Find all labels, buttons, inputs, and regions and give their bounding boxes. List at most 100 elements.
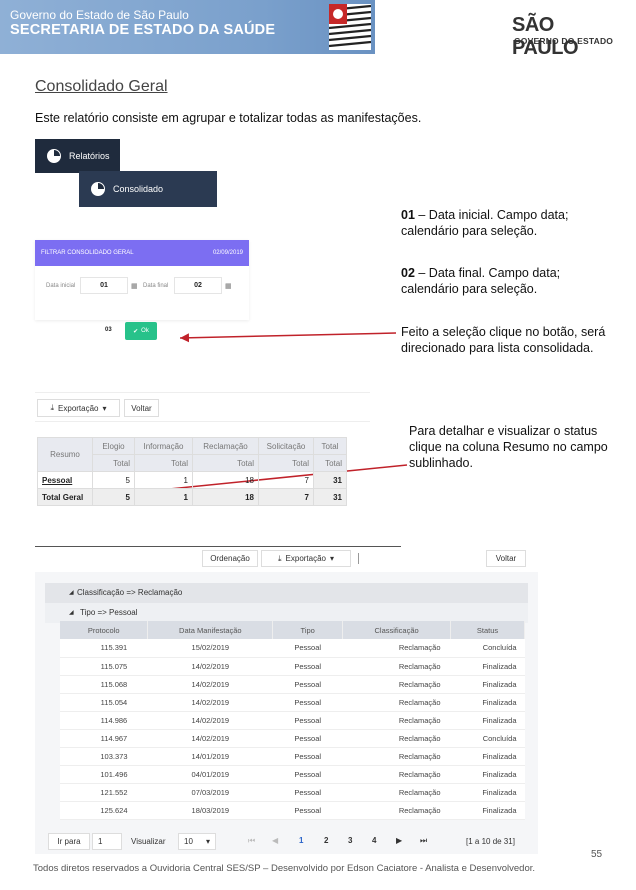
- table-cell: 115.068: [60, 675, 148, 694]
- export-button[interactable]: ⤓ Exportação ▾: [261, 550, 351, 567]
- table-cell: Reclamação: [342, 711, 451, 730]
- group-classification[interactable]: ◢ Classificação => Reclamação: [45, 583, 528, 603]
- page-link[interactable]: 1: [299, 836, 303, 845]
- table-row[interactable]: 114.986 14/02/2019 Pessoal Reclamação Finali…: [60, 711, 525, 730]
- cell: 5: [92, 488, 135, 506]
- table-cell: Finalizada: [450, 801, 525, 820]
- table-cell: Reclamação: [342, 801, 451, 820]
- cell: 18: [192, 488, 259, 506]
- end-date-input[interactable]: 02: [174, 277, 222, 294]
- grid-toolbar: Ordenação ⤓ Exportação ▾ Voltar: [35, 548, 538, 570]
- last-page-icon[interactable]: ⏭: [420, 836, 427, 846]
- table-cell: Pessoal: [272, 657, 343, 676]
- cell: 31: [313, 471, 347, 489]
- group-type[interactable]: ◢ Tipo => Pessoal: [45, 603, 528, 623]
- collapse-icon: ◢: [69, 590, 74, 596]
- table-row[interactable]: 115.054 14/02/2019 Pessoal Reclamação Finali…: [60, 693, 525, 712]
- pie-chart-icon: [91, 182, 105, 196]
- collapse-icon: ◢: [69, 610, 74, 616]
- table-cell: Finalizada: [450, 675, 525, 694]
- table-cell: Reclamação: [342, 693, 451, 712]
- goto-button[interactable]: Ir para: [48, 833, 90, 850]
- table-cell: 125.624: [60, 801, 148, 820]
- col-header: Informação: [134, 437, 193, 455]
- cell: 1: [134, 488, 193, 506]
- table-cell: Pessoal: [272, 747, 343, 766]
- table-cell: Finalizada: [450, 783, 525, 802]
- start-date-label: Data inicial: [46, 283, 76, 289]
- menu-reports[interactable]: Relatórios: [35, 139, 120, 173]
- back-button[interactable]: Voltar: [486, 550, 526, 567]
- filter-panel: FILTRAR CONSOLIDADO GERAL 02/09/2019 Dat…: [35, 240, 249, 320]
- col-header[interactable]: Classificação: [342, 621, 452, 639]
- col-header[interactable]: Tipo: [272, 621, 344, 639]
- group-label: Classificação => Reclamação: [77, 588, 183, 597]
- detail-table: Protocolo Data Manifestação Tipo Classif…: [60, 621, 525, 820]
- subheader: Total: [192, 454, 259, 472]
- table-cell: Reclamação: [342, 765, 451, 784]
- back-button[interactable]: Voltar: [124, 399, 159, 417]
- download-icon: ⤓: [50, 403, 55, 412]
- first-page-icon[interactable]: ⏮: [248, 836, 255, 846]
- page-size-select[interactable]: 10 ▾: [178, 833, 216, 850]
- detail-rows: 115.391 15/02/2019 Pessoal Reclamação Conclu…: [60, 639, 525, 820]
- note-ok-button: Feito a seleção clique no botão, será di…: [401, 325, 606, 355]
- table-cell: 15/02/2019: [147, 639, 273, 658]
- page-size-value: 10: [184, 837, 193, 846]
- chevron-down-icon: ▾: [330, 554, 335, 563]
- start-date-input[interactable]: 01: [80, 277, 128, 294]
- note-text: – Data inicial. Campo data; calendário p…: [401, 208, 569, 238]
- table-cell: 14/01/2019: [147, 747, 273, 766]
- calendar-icon[interactable]: ▦: [225, 282, 232, 290]
- table-row[interactable]: 115.391 15/02/2019 Pessoal Reclamação Conclu…: [60, 639, 525, 658]
- next-page-icon[interactable]: ▶: [396, 836, 402, 845]
- subheader: Total: [313, 454, 347, 472]
- table-cell: 14/02/2019: [147, 675, 273, 694]
- menu-consolidated[interactable]: Consolidado: [79, 171, 217, 207]
- total-row: Total Geral 5 1 18 7 31: [37, 488, 347, 506]
- calendar-icon[interactable]: ▦: [131, 282, 138, 290]
- pie-chart-icon: [47, 149, 61, 163]
- subheader: Total: [92, 454, 135, 472]
- pessoal-link[interactable]: Pessoal: [37, 471, 93, 489]
- page-link[interactable]: 3: [348, 836, 352, 845]
- table-row[interactable]: 115.068 14/02/2019 Pessoal Reclamação Finali…: [60, 675, 525, 694]
- table-cell: Reclamação: [342, 657, 451, 676]
- menu-consolidated-label: Consolidado: [113, 184, 164, 194]
- export-button[interactable]: ⤓ Exportação ▾: [37, 399, 120, 417]
- table-cell: 103.373: [60, 747, 148, 766]
- note-num: 02: [401, 266, 415, 280]
- ok-button[interactable]: ✔ Ok: [125, 322, 157, 340]
- summary-table: Resumo Elogio Informação Reclamação Soli…: [37, 437, 347, 506]
- filter-title: FILTRAR CONSOLIDADO GERAL: [41, 250, 134, 256]
- ok-label: Ok: [141, 328, 149, 334]
- order-button[interactable]: Ordenação: [202, 550, 258, 567]
- table-row[interactable]: 114.967 14/02/2019 Pessoal Reclamação Conclu…: [60, 729, 525, 748]
- col-header[interactable]: Data Manifestação: [147, 621, 274, 639]
- filter-date: 02/09/2019: [212, 250, 243, 256]
- prev-page-icon[interactable]: ◀: [272, 836, 278, 845]
- table-cell: Finalizada: [450, 747, 525, 766]
- col-header[interactable]: Protocolo: [60, 621, 149, 639]
- table-cell: Pessoal: [272, 765, 343, 784]
- table-row[interactable]: 121.552 07/03/2019 Pessoal Reclamação Finali…: [60, 783, 525, 802]
- subheader: Total: [134, 454, 193, 472]
- page-link[interactable]: 2: [324, 836, 328, 845]
- table-cell: Pessoal: [272, 639, 343, 658]
- table-cell: Finalizada: [450, 711, 525, 730]
- page-input[interactable]: 1: [92, 833, 122, 850]
- page-range: [1 a 10 de 31]: [466, 837, 515, 846]
- col-header[interactable]: Status: [450, 621, 525, 639]
- note-summary: Para detalhar e visualizar o status cliq…: [409, 424, 608, 470]
- table-row[interactable]: 103.373 14/01/2019 Pessoal Reclamação Finali…: [60, 747, 525, 766]
- table-row[interactable]: 101.496 04/01/2019 Pessoal Reclamação Finali…: [60, 765, 525, 784]
- table-cell: 115.391: [60, 639, 148, 658]
- filter-header: FILTRAR CONSOLIDADO GERAL 02/09/2019: [35, 240, 249, 266]
- table-row[interactable]: 125.624 18/03/2019 Pessoal Reclamação Finali…: [60, 801, 525, 820]
- table-row[interactable]: 115.075 14/02/2019 Pessoal Reclamação Finali…: [60, 657, 525, 676]
- table-cell: Pessoal: [272, 729, 343, 748]
- col-header: Reclamação: [192, 437, 259, 455]
- table-cell: Pessoal: [272, 675, 343, 694]
- table-cell: Reclamação: [342, 675, 451, 694]
- page-link[interactable]: 4: [372, 836, 376, 845]
